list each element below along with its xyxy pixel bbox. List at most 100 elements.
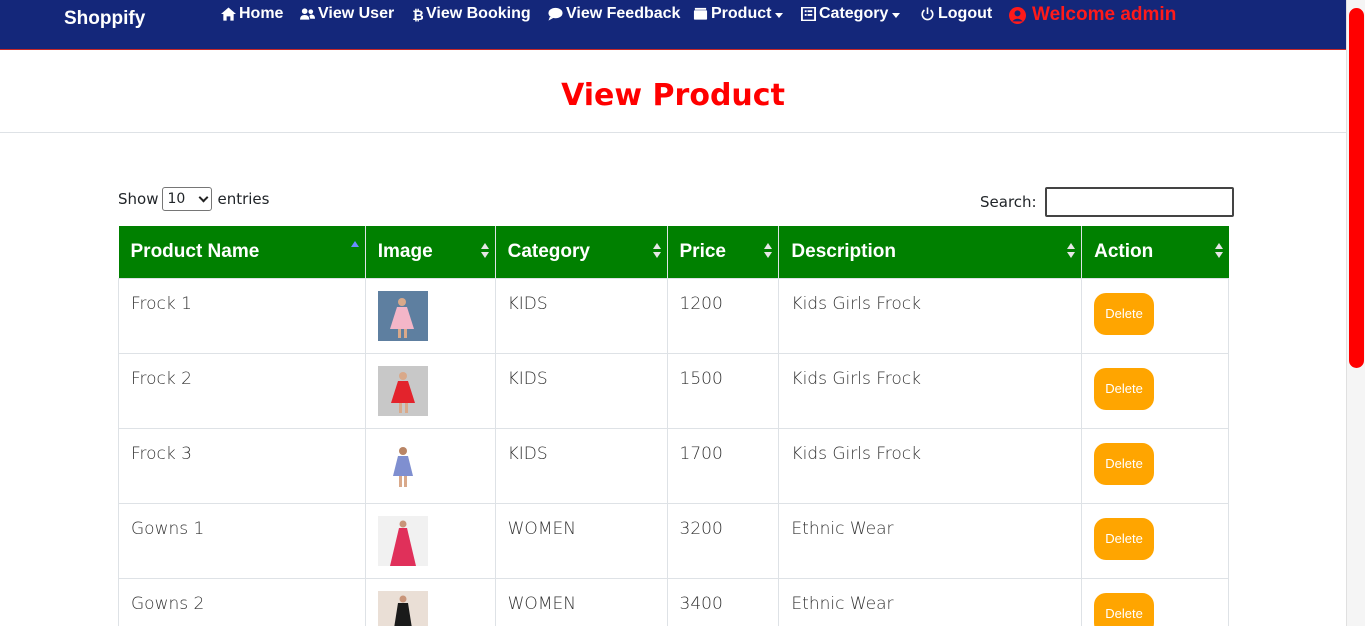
col-header-image[interactable]: Image [365,226,496,278]
nav-view-booking-label: View Booking [426,5,531,22]
cell-action: Delete [1081,427,1229,504]
page-title: View Product [561,78,785,113]
cell-description: Ethnic Wear [778,577,1083,626]
col-header-action[interactable]: Action [1081,226,1229,278]
nav-category-label: Category [819,5,889,22]
cell-image [364,502,496,579]
scrollbar-thumb[interactable] [1349,8,1364,368]
user-circle-icon [1009,6,1026,24]
chat-icon [548,7,563,21]
product-image [377,290,428,341]
table-row: Frock 1 KIDS 1200 Kids Girls Frock Delet… [118,277,1229,354]
box-icon [693,7,708,20]
col-header-description[interactable]: Description [778,226,1083,278]
search-input[interactable] [1044,187,1234,217]
cell-description: Kids Girls Frock [778,352,1083,429]
col-header-label: Product Name [130,240,260,262]
entries-select[interactable]: 10 [162,187,213,211]
brand-logo[interactable]: Shoppify [64,8,145,30]
search-control: Search: [980,187,1234,217]
cell-description: Ethnic Wear [778,502,1083,579]
chevron-down-icon [199,192,209,202]
svg-text:₿: ₿ [412,8,423,22]
col-header-label: Image [377,240,433,262]
cell-price: 1700 [666,427,780,504]
col-header-label: Description [791,240,896,262]
col-header-price[interactable]: Price [667,226,780,278]
list-icon [801,7,816,21]
bitcoin-icon: ₿ [412,8,423,22]
delete-button[interactable]: Delete [1094,442,1155,485]
sort-icon [652,243,661,259]
cell-price: 3400 [666,577,780,626]
sort-icon [1214,243,1223,259]
cell-image [364,427,496,504]
col-header-label: Price [679,240,726,262]
cell-category: KIDS [494,277,668,354]
chevron-down-icon [892,12,901,18]
nav-category-dropdown[interactable]: Category [801,5,901,23]
nav-logout[interactable]: Logout [920,5,992,23]
nav-view-user[interactable]: View User [300,5,394,23]
sort-asc-icon [350,241,359,259]
cell-product-name: Frock 2 [118,352,366,429]
cell-price: 1200 [666,277,780,354]
cell-product-name: Frock 1 [118,277,366,354]
nav-home-label: Home [239,5,284,22]
cell-category: KIDS [494,352,668,429]
products-table: Product Name Image Category Price Descri… [118,226,1229,626]
navbar: Shoppify Home View User ₿ View Booking V… [0,0,1346,50]
search-label: Search: [980,193,1037,211]
entries-label: entries [217,190,270,208]
product-image [377,365,428,416]
nav-logout-label: Logout [938,5,993,22]
home-icon [221,7,236,21]
nav-view-feedback[interactable]: View Feedback [548,5,680,23]
cell-image [364,352,496,429]
delete-button[interactable]: Delete [1094,292,1155,335]
nav-product-dropdown[interactable]: Product [693,5,784,23]
users-icon [300,8,315,20]
cell-image [364,277,496,354]
cell-action: Delete [1081,277,1229,354]
welcome-text: Welcome admin [1032,4,1177,25]
entries-value: 10 [167,191,186,207]
divider [0,132,1346,133]
table-row: Frock 2 KIDS 1500 Kids Girls Frock Delet… [118,352,1229,429]
nav-product-label: Product [711,5,772,22]
show-label: Show [118,190,159,208]
delete-button[interactable]: Delete [1094,592,1155,626]
cell-category: WOMEN [494,577,668,626]
nav-view-booking[interactable]: ₿ View Booking [411,5,531,23]
cell-product-name: Gowns 1 [118,502,366,579]
nav-view-feedback-label: View Feedback [566,5,681,22]
page-scrollbar[interactable] [1346,0,1365,626]
cell-description: Kids Girls Frock [778,427,1083,504]
nav-home[interactable]: Home [221,5,283,23]
delete-button[interactable]: Delete [1094,517,1155,560]
table-header-row: Product Name Image Category Price Descri… [118,226,1229,278]
delete-button[interactable]: Delete [1094,367,1155,410]
cell-product-name: Frock 3 [118,427,366,504]
table-row: Gowns 1 WOMEN 3200 Ethnic Wear Delete [118,502,1229,579]
sort-icon [1067,243,1076,259]
table-row: Gowns 2 WOMEN 3400 Ethnic Wear Delete [118,577,1229,626]
cell-category: WOMEN [494,502,668,579]
cell-price: 1500 [666,352,780,429]
col-header-label: Action [1094,240,1154,262]
cell-action: Delete [1081,577,1229,626]
welcome-user: Welcome admin [1009,4,1176,26]
entries-length-control: Show 10 entries [118,187,269,211]
cell-action: Delete [1081,352,1229,429]
cell-image [364,577,496,626]
chevron-down-icon [775,12,784,18]
nav-view-user-label: View User [318,5,395,22]
cell-description: Kids Girls Frock [778,277,1083,354]
cell-product-name: Gowns 2 [118,577,366,626]
col-header-category[interactable]: Category [495,226,668,278]
col-header-product-name[interactable]: Product Name [118,226,366,278]
cell-category: KIDS [494,427,668,504]
cell-action: Delete [1081,502,1229,579]
product-image [377,590,428,626]
sort-icon [764,243,773,259]
